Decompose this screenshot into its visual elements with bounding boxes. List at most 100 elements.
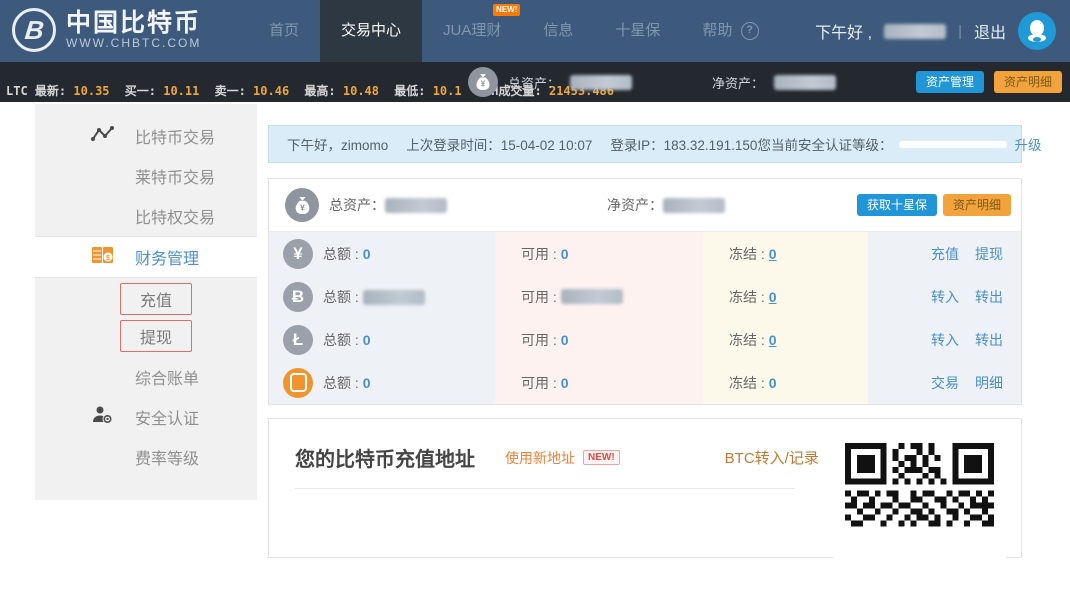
total-value-redacted <box>362 290 425 306</box>
sidebar-item-fee-level[interactable]: 费率等级 <box>35 437 257 477</box>
frozen-label: 冻结 : <box>729 374 765 391</box>
avail-value: 0 <box>560 331 569 348</box>
nav-item-home[interactable]: 首页 <box>248 0 320 62</box>
asset-row-btc: Ƀ 总额 : 可用 : 冻结 :0 转入 转出 <box>269 275 1021 318</box>
penguin-icon <box>1028 20 1046 42</box>
svg-text:¥: ¥ <box>481 80 486 89</box>
btc-deposit-qr-code <box>833 431 1006 604</box>
logout-button[interactable]: 退出 <box>974 19 1006 43</box>
total-label: 总额 : <box>323 245 359 262</box>
sidebar-item-finance[interactable]: $ 财务管理 <box>35 236 257 278</box>
new-badge: NEW! <box>493 4 521 16</box>
ticker-low-value: 10.1 <box>432 84 462 98</box>
ticker-low-label: 最低: <box>394 84 426 98</box>
divider <box>295 488 795 489</box>
qq-contact-icon[interactable] <box>1018 12 1056 50</box>
sidebar-item-label: 比特权交易 <box>135 210 216 227</box>
net-assets-redacted <box>663 197 725 213</box>
avail-label: 可用 : <box>521 374 557 391</box>
frozen-label: 冻结 : <box>729 331 765 348</box>
btc-deposit-section: 您的比特币充值地址 使用新地址 NEW! BTC转入/记录 <box>268 418 1022 604</box>
asset-detail-button[interactable]: 资产明细 <box>942 194 1011 216</box>
sidebar-item-btc-trade[interactable]: 比特币交易 <box>35 116 257 156</box>
transfer-out-link[interactable]: 转出 <box>975 287 1003 307</box>
total-value: 0 <box>362 374 371 391</box>
net-assets-label: 净资产： <box>607 197 663 213</box>
asset-manage-button[interactable]: 资产管理 <box>915 71 984 93</box>
security-progress-bar <box>898 139 1009 149</box>
sidebar-item-deposit[interactable]: 充值 <box>120 283 192 315</box>
sidebar-item-label: 充值 <box>139 293 172 310</box>
transfer-out-link[interactable]: 转出 <box>975 330 1003 350</box>
nav-item-info[interactable]: 信息 <box>522 0 594 62</box>
total-value: 0 <box>362 245 371 262</box>
sidebar-item-label: 财务管理 <box>135 251 200 268</box>
nav-item-help-label: 帮助 <box>702 22 733 39</box>
svg-text:¥: ¥ <box>300 202 305 212</box>
frozen-label: 冻结 : <box>729 245 765 262</box>
sidebar-item-label: 莱特币交易 <box>135 170 216 187</box>
money-bag-icon: ¥ <box>467 67 498 97</box>
sidebar-item-label: 提现 <box>139 330 172 347</box>
greeting-text: 下午好 , <box>815 25 873 42</box>
btc-records-link[interactable]: BTC转入/记录 <box>725 447 819 468</box>
get-ten-star-button[interactable]: 获取十星保 <box>856 194 937 216</box>
nav-item-ten-star[interactable]: 十星保 <box>594 0 681 62</box>
avail-value: 0 <box>560 245 569 262</box>
nav-item-help[interactable]: 帮助 ? <box>681 0 779 62</box>
detail-link[interactable]: 明细 <box>975 373 1003 393</box>
frozen-value: 0 <box>768 374 777 391</box>
sidebar-item-ltc-trade[interactable]: 莱特币交易 <box>35 156 257 196</box>
sidebar-item-btq-trade[interactable]: 比特权交易 <box>35 196 257 236</box>
ticker-last-label: 最新: <box>34 84 67 98</box>
logo-subtitle: WWW.CHBTC.COM <box>66 36 202 50</box>
help-question-icon: ? <box>740 22 759 41</box>
transfer-in-link[interactable]: 转入 <box>931 287 959 307</box>
sidebar-item-statement[interactable]: 综合账单 <box>35 357 257 397</box>
upgrade-link[interactable]: 升级 <box>1014 134 1041 154</box>
total-label: 总额 : <box>323 331 359 348</box>
avail-value: 0 <box>560 374 569 391</box>
welcome-bar: 下午好，zimomo 上次登录时间：15-04-02 10:07 登录IP：18… <box>268 125 1041 163</box>
login-ip: 登录IP：183.32.191.150 <box>610 138 758 153</box>
total-value: 0 <box>362 331 371 348</box>
use-new-address-link[interactable]: 使用新地址 <box>505 448 575 468</box>
total-label: 总额 : <box>323 374 359 391</box>
sidebar-item-security[interactable]: 安全认证 <box>35 397 257 437</box>
deposit-title: 您的比特币充值地址 <box>295 449 475 471</box>
withdraw-link[interactable]: 提现 <box>975 244 1003 264</box>
money-bag-icon: ¥ <box>285 188 319 222</box>
ticker-bid-value: 10.11 <box>163 84 200 98</box>
frozen-value[interactable]: 0 <box>769 332 777 348</box>
bar-total-assets-label: 总资产： <box>507 75 560 91</box>
avail-label: 可用 : <box>521 288 557 305</box>
site-logo[interactable]: B 中国比特币 WWW.CHBTC.COM <box>12 8 201 52</box>
frozen-value[interactable]: 0 <box>769 246 777 262</box>
nav-item-trade-center[interactable]: 交易中心 <box>320 0 423 62</box>
bar-net-assets-label: 净资产： <box>711 75 764 91</box>
left-sidebar: 比特币交易 莱特币交易 比特权交易 $ 财务管理 充值 提现 综合账单 安全认证… <box>35 104 257 500</box>
sidebar-item-label: 费率等级 <box>135 451 200 468</box>
new-badge: NEW! <box>583 450 620 465</box>
last-login-time: 上次登录时间：15-04-02 10:07 <box>406 138 593 153</box>
frozen-label: 冻结 : <box>729 288 765 305</box>
trade-link[interactable]: 交易 <box>931 373 959 393</box>
avail-label: 可用 : <box>521 331 557 348</box>
total-assets-redacted <box>385 197 447 213</box>
frozen-value[interactable]: 0 <box>769 289 777 305</box>
nav-item-jua[interactable]: JUA理财 NEW! <box>422 0 522 62</box>
total-assets-label: 总资产： <box>329 197 385 213</box>
asset-detail-button[interactable]: 资产明细 <box>993 71 1062 93</box>
sidebar-item-withdraw[interactable]: 提现 <box>120 320 192 352</box>
jua-glyph <box>289 373 307 392</box>
assets-panel-header: ¥ 总资产： 净资产： 获取十星保 资产明细 <box>269 179 1021 232</box>
ltc-icon: Ł <box>283 324 313 355</box>
avail-value-redacted <box>560 289 623 304</box>
avail-label: 可用 : <box>521 245 557 262</box>
btc-icon: Ƀ <box>283 281 313 312</box>
deposit-link[interactable]: 充值 <box>931 244 959 264</box>
coins-icon: $ <box>90 245 116 270</box>
separator: | <box>958 22 962 40</box>
transfer-in-link[interactable]: 转入 <box>931 330 959 350</box>
